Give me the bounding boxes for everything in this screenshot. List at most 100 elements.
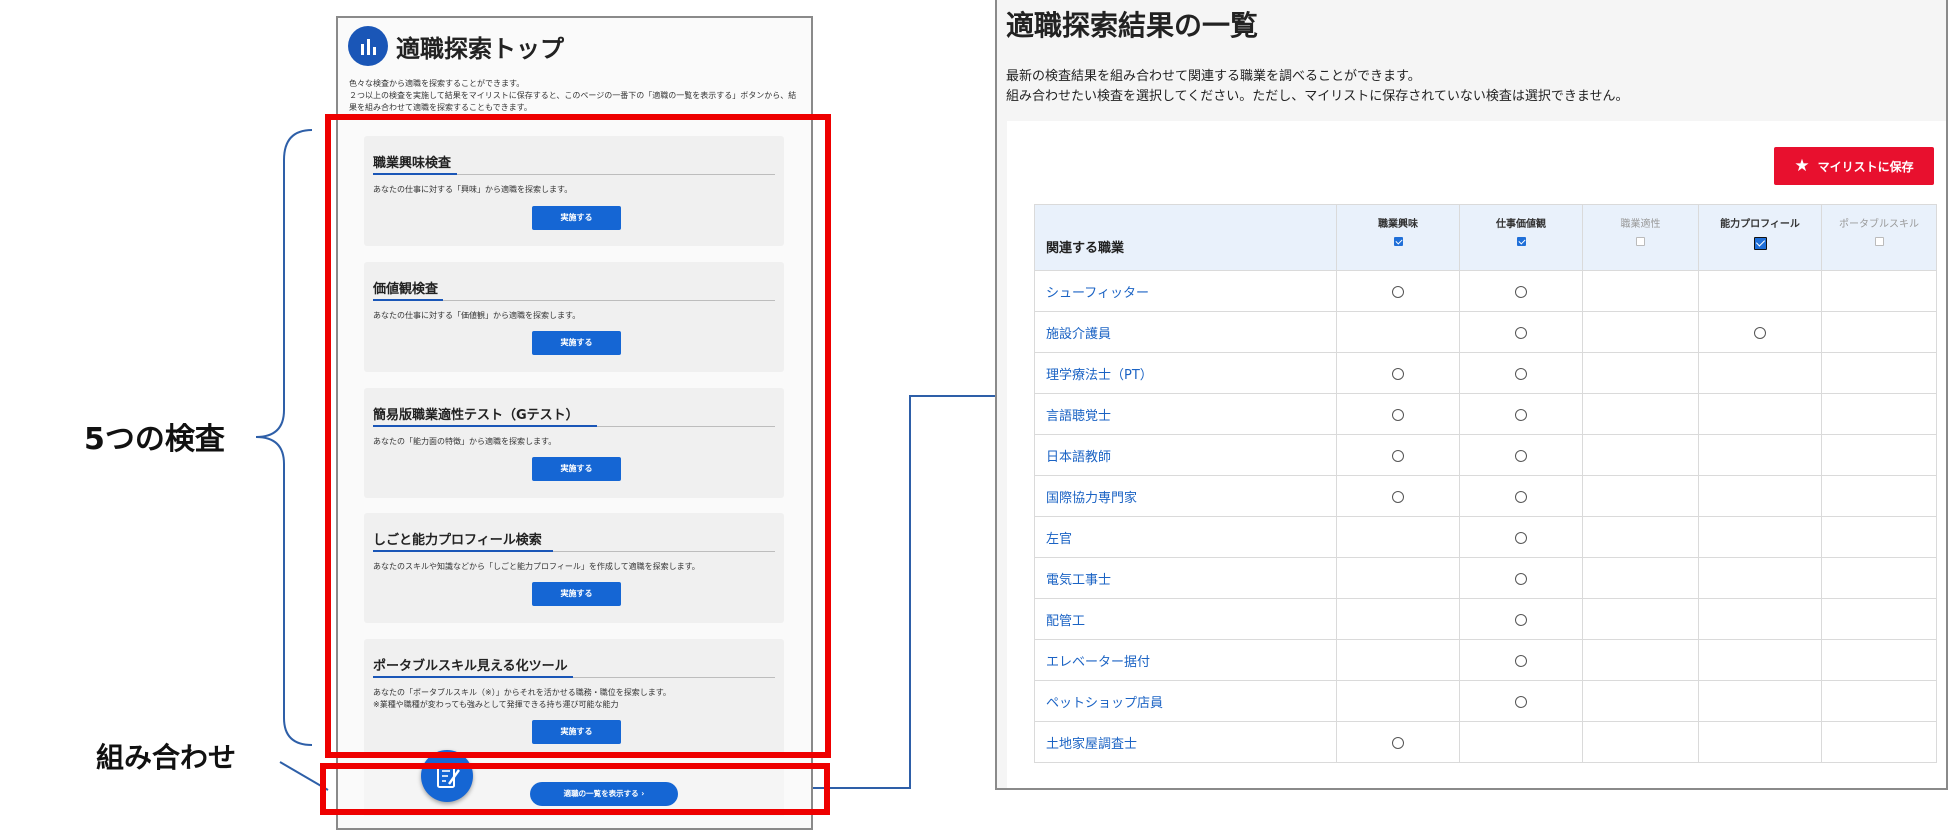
match-cell	[1336, 311, 1460, 353]
table-row: エレベーター据付	[1034, 639, 1937, 681]
table-row: シューフィッター	[1034, 270, 1937, 312]
match-cell	[1821, 721, 1937, 763]
match-cell	[1821, 680, 1937, 722]
job-link[interactable]: 配管工	[1034, 598, 1337, 640]
match-cell	[1459, 721, 1583, 763]
match-cell	[1821, 352, 1937, 394]
match-cell	[1459, 311, 1583, 353]
page-title: 適職探索トップ	[396, 34, 564, 63]
page-header: 適職探索トップ	[348, 26, 564, 66]
ability-profile-checkbox[interactable]	[1753, 237, 1767, 250]
table-row: 土地家屋調査士	[1034, 721, 1937, 763]
match-cell	[1698, 393, 1822, 435]
results-description: 最新の検査結果を組み合わせて関連する職業を調べることができます。 組み合わせたい…	[1006, 67, 1628, 107]
match-cell	[1459, 393, 1583, 435]
table-row: 電気工事士	[1034, 557, 1937, 599]
results-desc-line-2: 組み合わせたい検査を選択してください。ただし、マイリストに保存されていない検査は…	[1006, 89, 1629, 104]
match-cell	[1821, 557, 1937, 599]
match-circle-icon	[1515, 655, 1527, 667]
work-values-checkbox[interactable]	[1516, 237, 1526, 246]
match-cell	[1459, 475, 1583, 517]
match-cell	[1698, 352, 1822, 394]
job-link[interactable]: 日本語教師	[1034, 434, 1337, 476]
match-cell	[1336, 270, 1460, 312]
table-row: 言語聴覚士	[1034, 393, 1937, 435]
match-cell	[1459, 639, 1583, 681]
match-cell	[1459, 680, 1583, 722]
match-cell	[1698, 721, 1822, 763]
job-link[interactable]: 電気工事士	[1034, 557, 1337, 599]
bar-chart-logo-icon	[348, 26, 388, 66]
column-ability-profile: 能力プロフィール	[1698, 204, 1822, 271]
match-cell	[1582, 639, 1699, 681]
match-cell	[1459, 516, 1583, 558]
match-circle-icon	[1754, 327, 1766, 339]
intro-text: 色々な検査から適職を探索することができます。 ２つ以上の検査を実施して結果をマイ…	[349, 78, 804, 114]
match-cell	[1582, 393, 1699, 435]
job-link[interactable]: エレベーター据付	[1034, 639, 1337, 681]
match-cell	[1698, 270, 1822, 312]
table-row: 日本語教師	[1034, 434, 1937, 476]
job-link[interactable]: 理学療法士（PT）	[1034, 352, 1337, 394]
job-link[interactable]: 言語聴覚士	[1034, 393, 1337, 435]
match-cell	[1821, 270, 1937, 312]
save-to-mylist-button[interactable]: ★ マイリストに保存	[1774, 147, 1934, 185]
match-cell	[1698, 434, 1822, 476]
column-aptitude: 職業適性	[1582, 204, 1699, 271]
job-rows: シューフィッター 施設介護員 理学療法士（PT） 言語聴覚士 日本語教師 国際協力専門家左…	[1034, 270, 1937, 763]
match-cell	[1698, 475, 1822, 517]
match-circle-icon	[1515, 368, 1527, 380]
intro-line-1: 色々な検査から適職を探索することができます。	[349, 79, 525, 88]
match-cell	[1821, 598, 1937, 640]
combination-annotation: 組み合わせ	[96, 741, 237, 774]
match-cell	[1336, 680, 1460, 722]
table-row: 理学療法士（PT）	[1034, 352, 1937, 394]
match-cell	[1582, 721, 1699, 763]
match-circle-icon	[1515, 573, 1527, 585]
table-row: 国際協力専門家	[1034, 475, 1937, 517]
column-work-values: 仕事価値観	[1459, 204, 1583, 271]
job-link[interactable]: ペットショップ店員	[1034, 680, 1337, 722]
match-circle-icon	[1392, 368, 1404, 380]
table-row: 左官	[1034, 516, 1937, 558]
match-circle-icon	[1392, 286, 1404, 298]
match-cell	[1582, 598, 1699, 640]
match-cell	[1336, 393, 1460, 435]
match-cell	[1459, 598, 1583, 640]
match-cell	[1582, 311, 1699, 353]
job-link[interactable]: 国際協力専門家	[1034, 475, 1337, 517]
match-cell	[1698, 598, 1822, 640]
job-link[interactable]: シューフィッター	[1034, 270, 1337, 312]
job-link[interactable]: 施設介護員	[1034, 311, 1337, 353]
match-cell	[1336, 639, 1460, 681]
match-cell	[1336, 557, 1460, 599]
column-portable-skills: ポータブルスキル	[1821, 204, 1937, 271]
match-cell	[1821, 434, 1937, 476]
job-link[interactable]: 左官	[1034, 516, 1337, 558]
match-cell	[1582, 557, 1699, 599]
match-cell	[1821, 475, 1937, 517]
match-cell	[1336, 721, 1460, 763]
job-link[interactable]: 土地家屋調査士	[1034, 721, 1337, 763]
column-label: 能力プロフィール	[1720, 219, 1800, 230]
column-label: 仕事価値観	[1496, 219, 1546, 230]
match-circle-icon	[1515, 286, 1527, 298]
column-interest: 職業興味	[1336, 204, 1460, 271]
match-cell	[1459, 270, 1583, 312]
match-circle-icon	[1515, 409, 1527, 421]
related-jobs-header: 関連する職業	[1034, 204, 1337, 271]
match-cell	[1821, 516, 1937, 558]
save-to-mylist-label: マイリストに保存	[1817, 159, 1914, 174]
match-circle-icon	[1515, 614, 1527, 626]
five-tests-brace	[255, 129, 313, 746]
five-tests-annotation: 5つの検査	[84, 422, 225, 457]
match-cell	[1582, 270, 1699, 312]
star-icon: ★	[1794, 156, 1810, 176]
results-title: 適職探索結果の一覧	[1006, 9, 1259, 42]
match-cell	[1459, 557, 1583, 599]
match-circle-icon	[1515, 532, 1527, 544]
match-cell	[1821, 639, 1937, 681]
match-cell	[1336, 352, 1460, 394]
interest-checkbox[interactable]	[1393, 237, 1403, 246]
match-cell	[1698, 557, 1822, 599]
